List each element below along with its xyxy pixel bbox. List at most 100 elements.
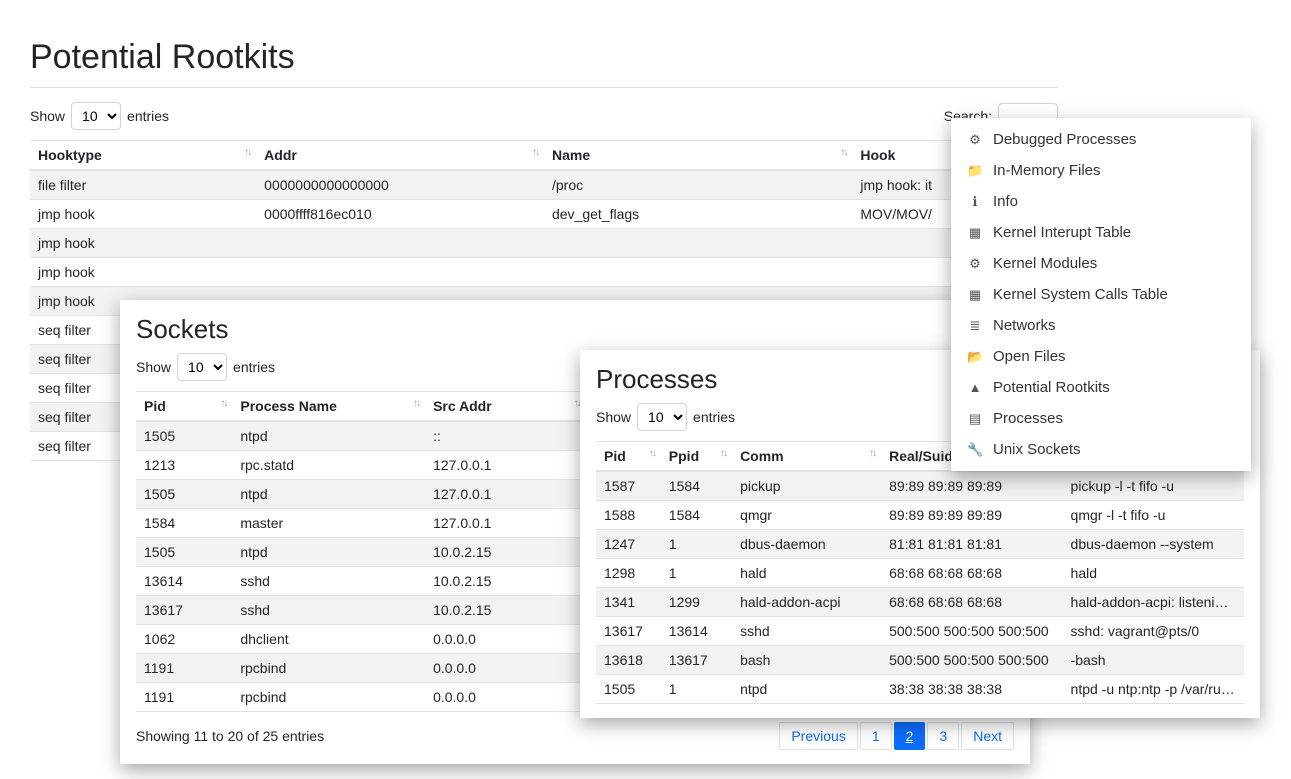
cell: 1191	[136, 683, 232, 712]
cell: hald-addon-acpi	[732, 588, 881, 617]
table-row[interactable]: file filter0000000000000000/procjmp hook…	[30, 170, 1058, 200]
cell: pickup -l -t fifo -u	[1063, 471, 1244, 501]
menu-item-kernel-interupt-table[interactable]: ▦Kernel Interupt Table	[951, 217, 1251, 248]
menu-label: Processes	[993, 410, 1063, 427]
cell: ntpd -u ntp:ntp -p /var/run/ntpd.	[1063, 675, 1244, 704]
cell: 1587	[596, 471, 661, 501]
cell: sshd: vagrant@pts/0	[1063, 617, 1244, 646]
menu-icon: ⚙	[967, 132, 983, 148]
table-row[interactable]: jmp hook0000ffff816ec010dev_get_flagsMOV…	[30, 200, 1058, 229]
cell: 68:68 68:68 68:68	[881, 559, 1062, 588]
show-label: Show	[596, 409, 631, 425]
cell: 13617	[661, 646, 732, 675]
cell: 10.0.2.15	[425, 567, 586, 596]
table-row[interactable]: 15051ntpd38:38 38:38 38:38ntpd -u ntp:nt…	[596, 675, 1244, 704]
table-row[interactable]: 15881584qmgr89:89 89:89 89:89qmgr -l -t …	[596, 501, 1244, 530]
processes-col-pid[interactable]: Pid	[596, 442, 661, 472]
cell: sshd	[232, 596, 425, 625]
menu-label: Unix Sockets	[993, 441, 1081, 458]
cell: 1213	[136, 451, 232, 480]
cell: bash	[732, 646, 881, 675]
page-1[interactable]: 1	[860, 722, 892, 750]
rootkits-col-addr[interactable]: Addr	[256, 141, 544, 171]
table-row[interactable]: 1361713614sshd500:500 500:500 500:500ssh…	[596, 617, 1244, 646]
cell: 10.0.2.15	[425, 538, 586, 567]
page-next[interactable]: Next	[961, 722, 1014, 750]
page-3[interactable]: 3	[927, 722, 959, 750]
processes-col-ppid[interactable]: Ppid	[661, 442, 732, 472]
cell: master	[232, 509, 425, 538]
table-row[interactable]: 13411299hald-addon-acpi68:68 68:68 68:68…	[596, 588, 1244, 617]
rootkits-page-size[interactable]: 10	[71, 102, 121, 130]
cell: jmp hook	[30, 200, 256, 229]
sockets-col-src-addr[interactable]: Src Addr	[425, 392, 586, 422]
menu-icon: 📂	[967, 349, 983, 365]
menu-item-unix-sockets[interactable]: 🔧Unix Sockets	[951, 434, 1251, 465]
cell	[544, 229, 852, 258]
cell: rpc.statd	[232, 451, 425, 480]
table-row[interactable]: jmp hook	[30, 229, 1058, 258]
cell: 13614	[136, 567, 232, 596]
cell: 13617	[136, 596, 232, 625]
cell: 1505	[596, 675, 661, 704]
rootkits-col-hooktype[interactable]: Hooktype	[30, 141, 256, 171]
processes-length: Show 10 entries	[596, 403, 735, 431]
menu-item-kernel-modules[interactable]: ⚙Kernel Modules	[951, 248, 1251, 279]
cell: 89:89 89:89 89:89	[881, 471, 1062, 501]
sockets-info: Showing 11 to 20 of 25 entries	[136, 728, 324, 744]
show-label: Show	[136, 359, 171, 375]
sockets-col-pid[interactable]: Pid	[136, 392, 232, 422]
cell: pickup	[732, 471, 881, 501]
page-prev[interactable]: Previous	[779, 722, 857, 750]
table-row[interactable]: 12981hald68:68 68:68 68:68hald	[596, 559, 1244, 588]
table-row[interactable]: 15871584pickup89:89 89:89 89:89pickup -l…	[596, 471, 1244, 501]
processes-page-size[interactable]: 10	[637, 403, 687, 431]
menu-item-potential-rootkits[interactable]: ▲Potential Rootkits	[951, 372, 1251, 403]
cell: 1	[661, 530, 732, 559]
menu-item-networks[interactable]: ≣Networks	[951, 310, 1251, 341]
cell: ntpd	[232, 421, 425, 451]
show-label: Show	[30, 108, 65, 124]
menu-icon: ℹ	[967, 194, 983, 210]
cell: 500:500 500:500 500:500	[881, 617, 1062, 646]
cell: dhclient	[232, 625, 425, 654]
entries-label: entries	[233, 359, 275, 375]
menu-item-kernel-system-calls-table[interactable]: ▦Kernel System Calls Table	[951, 279, 1251, 310]
cell: 127.0.0.1	[425, 480, 586, 509]
table-row[interactable]: 12471dbus-daemon81:81 81:81 81:81dbus-da…	[596, 530, 1244, 559]
cell: 1	[661, 675, 732, 704]
cell: jmp hook	[30, 229, 256, 258]
cell: 0000ffff816ec010	[256, 200, 544, 229]
nav-menu: ⚙ Debugged Processes 📁In-Memory FilesℹInfo…	[951, 118, 1251, 471]
menu-label: Debugged Processes	[993, 131, 1136, 148]
menu-icon: ▦	[967, 287, 983, 303]
rootkits-col-name[interactable]: Name	[544, 141, 852, 171]
cell: 1505	[136, 538, 232, 567]
cell: rpcbind	[232, 654, 425, 683]
cell: 68:68 68:68 68:68	[881, 588, 1062, 617]
processes-col-comm[interactable]: Comm	[732, 442, 881, 472]
cell: 127.0.0.1	[425, 451, 586, 480]
cell: 13618	[596, 646, 661, 675]
cell: file filter	[30, 170, 256, 200]
table-row[interactable]: 1361813617bash500:500 500:500 500:500-ba…	[596, 646, 1244, 675]
menu-icon: ⚙	[967, 256, 983, 272]
cell: 1298	[596, 559, 661, 588]
menu-item-in-memory-files[interactable]: 📁In-Memory Files	[951, 155, 1251, 186]
sockets-col-process-name[interactable]: Process Name	[232, 392, 425, 422]
table-row[interactable]: jmp hook	[30, 258, 1058, 287]
cell: 38:38 38:38 38:38	[881, 675, 1062, 704]
cell: dev_get_flags	[544, 200, 852, 229]
menu-icon: ▤	[967, 411, 983, 427]
menu-item-info[interactable]: ℹInfo	[951, 186, 1251, 217]
sockets-page-size[interactable]: 10	[177, 353, 227, 381]
menu-item-debugged-processes[interactable]: ⚙ Debugged Processes	[951, 124, 1251, 155]
cell: 0.0.0.0	[425, 654, 586, 683]
menu-item-processes[interactable]: ▤ Processes	[951, 403, 1251, 434]
menu-label: Open Files	[993, 348, 1066, 365]
page-2[interactable]: 2	[894, 722, 926, 750]
sockets-pagination: Previous123Next	[779, 722, 1014, 750]
menu-item-open-files[interactable]: 📂 Open Files	[951, 341, 1251, 372]
cell: hald	[732, 559, 881, 588]
cell: /proc	[544, 170, 852, 200]
